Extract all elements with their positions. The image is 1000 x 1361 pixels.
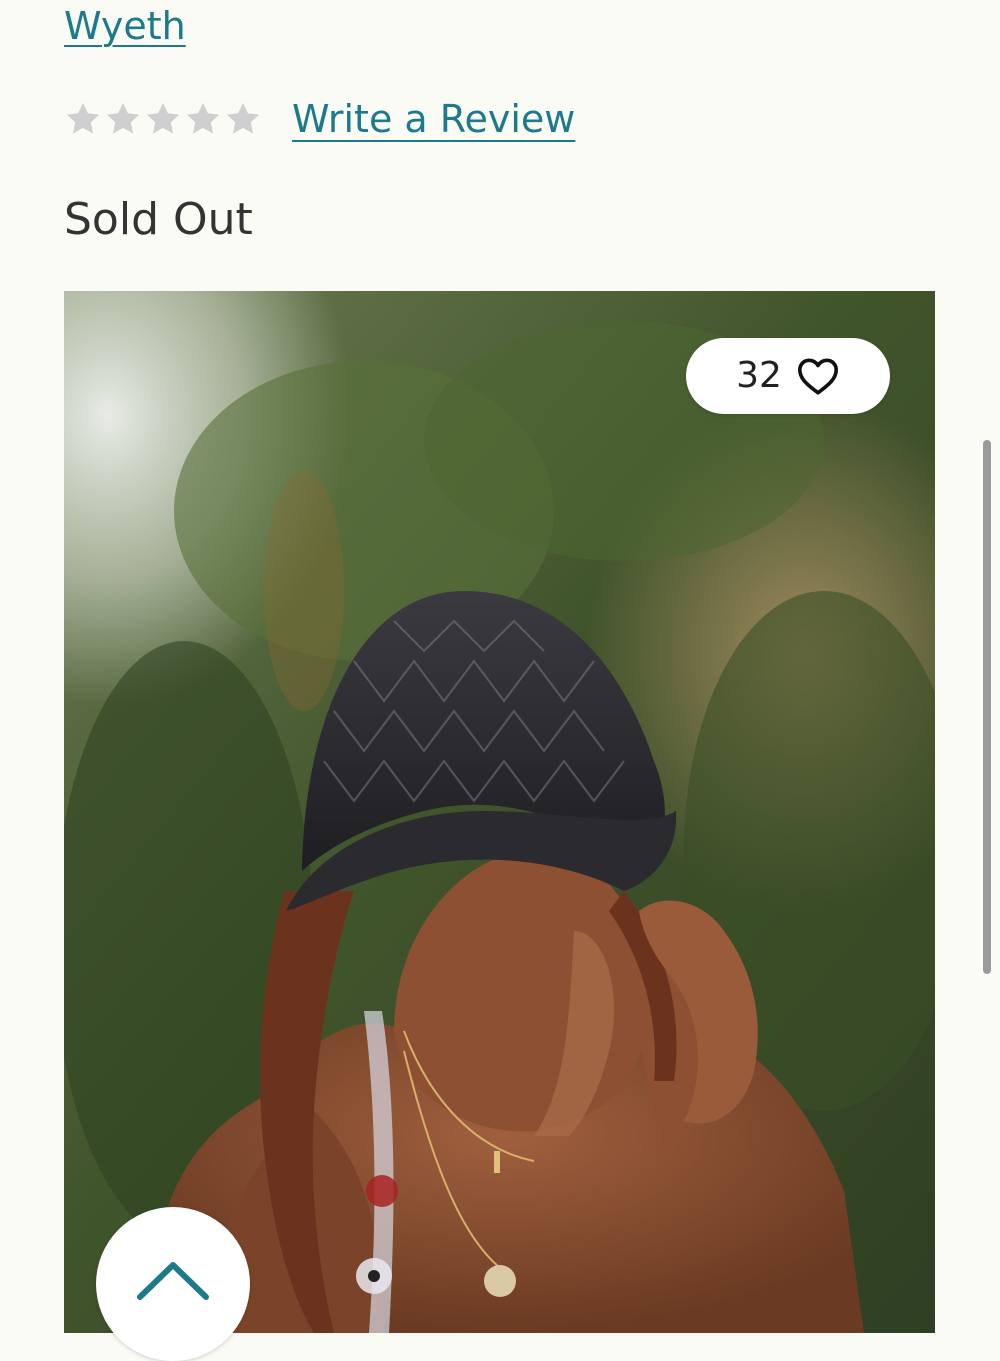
star-icon	[146, 102, 180, 134]
heart-icon	[797, 358, 838, 395]
rating-row: Write a Review	[64, 92, 575, 146]
star-icon	[186, 102, 220, 134]
product-photo	[64, 291, 935, 1333]
sold-out-status: Sold Out	[64, 194, 253, 245]
brand-link[interactable]: Wyeth	[64, 2, 186, 50]
star-icon	[106, 102, 140, 134]
star-icon	[66, 102, 100, 134]
scrollbar[interactable]	[983, 440, 991, 974]
like-button[interactable]: 32	[686, 338, 890, 414]
write-review-link[interactable]: Write a Review	[292, 95, 575, 143]
scroll-to-top-button[interactable]	[96, 1207, 250, 1361]
star-icon	[226, 102, 260, 134]
like-count: 32	[736, 355, 782, 396]
product-image[interactable]: 32	[64, 291, 935, 1333]
chevron-up-icon	[137, 1262, 209, 1300]
star-rating	[64, 100, 262, 138]
